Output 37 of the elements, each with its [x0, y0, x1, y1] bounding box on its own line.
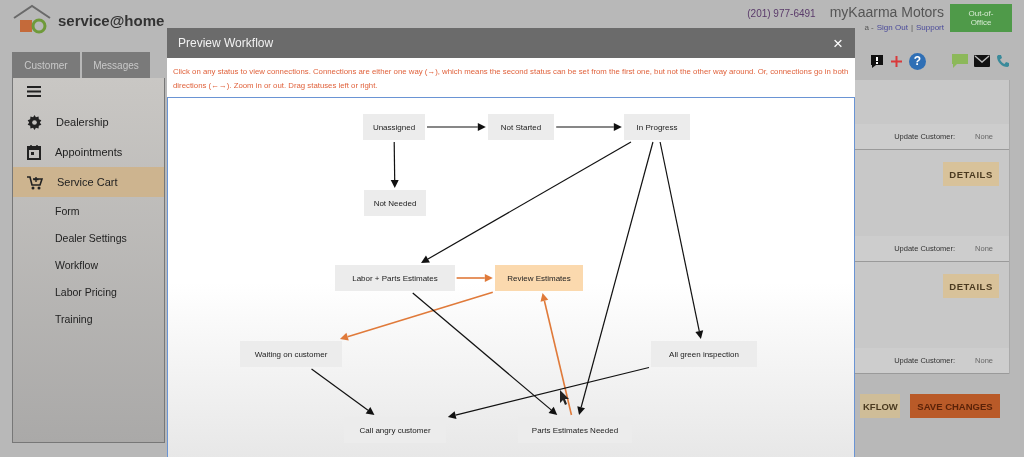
sidebar-subitem[interactable]: Training [13, 305, 164, 332]
details-button[interactable]: DETAILS [943, 162, 999, 186]
help-button[interactable]: ? [909, 52, 926, 70]
link-separator: | [910, 23, 913, 32]
status-node[interactable]: Labor + Parts Estimates [335, 265, 455, 291]
mail-icon[interactable] [974, 55, 990, 67]
sidebar-subitem[interactable]: Form [13, 197, 164, 224]
cart-icon [27, 174, 43, 190]
gear-icon [27, 114, 42, 130]
support-link[interactable]: Support [915, 23, 944, 32]
sidebar-subitem[interactable]: Dealer Settings [13, 224, 164, 251]
status-node[interactable]: Unassigned [363, 114, 425, 140]
cursor-icon [560, 390, 569, 405]
status-node[interactable]: Not Started [487, 114, 555, 140]
sidebar-subitem[interactable]: Labor Pricing [13, 278, 164, 305]
details-button[interactable]: DETAILS [943, 274, 999, 298]
sidebar-item[interactable]: Service Cart [13, 167, 164, 197]
status-node[interactable]: Not Needed [364, 190, 426, 216]
close-button[interactable]: × [833, 34, 843, 52]
dialog-title: Preview Workflow [178, 36, 274, 50]
sidebar-item[interactable]: Dealership [13, 107, 164, 137]
user-name: a - [864, 23, 874, 32]
logo-icon [12, 4, 52, 36]
status-node[interactable]: Waiting on customer [240, 341, 342, 367]
status-node[interactable]: In Progress [623, 114, 691, 140]
sign-out-link[interactable]: Sign Out [876, 23, 908, 32]
phone-number: (201) 977-6491 [747, 8, 816, 19]
status-node[interactable]: All green inspection [651, 341, 757, 367]
dealer-name: myKaarma Motors [829, 4, 944, 20]
workflow-button[interactable]: KFLOW [860, 394, 900, 418]
sidebar-subitem[interactable]: Workflow [13, 251, 164, 278]
menu-icon[interactable] [27, 86, 41, 97]
alert-icon[interactable] [870, 53, 884, 69]
app-logo-text: service@home [58, 11, 165, 29]
sidebar-item[interactable]: Appointments [13, 137, 164, 167]
calendar-icon [27, 144, 41, 160]
status-node[interactable]: Review Estimates [494, 265, 584, 291]
